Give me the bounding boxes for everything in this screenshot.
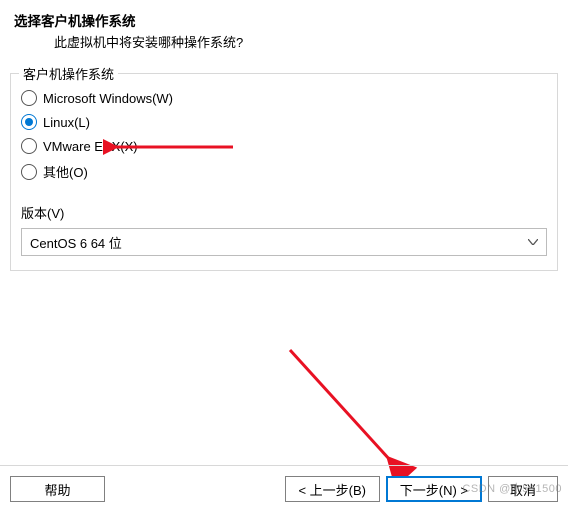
next-button[interactable]: 下一步(N) > <box>386 476 482 502</box>
chevron-down-icon <box>528 239 538 245</box>
cancel-button[interactable]: 取消 <box>488 476 558 502</box>
wizard-button-bar: 帮助 < 上一步(B) 下一步(N) > 取消 <box>0 465 568 502</box>
radio-label: Linux(L) <box>43 115 90 130</box>
button-label: 下一步(N) > <box>400 480 468 499</box>
radio-linux[interactable]: Linux(L) <box>21 114 547 130</box>
version-section: 版本(V) CentOS 6 64 位 <box>21 203 547 256</box>
annotation-arrow-next <box>270 340 430 480</box>
radio-vmware-esx[interactable]: VMware ESX(X) <box>21 138 547 154</box>
radio-other[interactable]: 其他(O) <box>21 162 547 181</box>
guest-os-radio-group: Microsoft Windows(W) Linux(L) VMware ESX… <box>21 90 547 181</box>
radio-icon <box>21 90 37 106</box>
back-button[interactable]: < 上一步(B) <box>285 476 380 502</box>
guest-os-fieldset: 客户机操作系统 Microsoft Windows(W) Linux(L) VM… <box>10 73 558 271</box>
page-title: 选择客户机操作系统 <box>14 10 554 30</box>
button-spacer <box>111 476 279 502</box>
version-label: 版本(V) <box>21 203 547 222</box>
radio-dot-icon <box>25 118 33 126</box>
guest-os-legend: 客户机操作系统 <box>19 64 118 83</box>
radio-label: VMware ESX(X) <box>43 139 138 154</box>
radio-windows[interactable]: Microsoft Windows(W) <box>21 90 547 106</box>
version-select[interactable]: CentOS 6 64 位 <box>21 228 547 256</box>
radio-label: 其他(O) <box>43 162 88 181</box>
button-label: 帮助 <box>44 480 70 499</box>
version-selected-value: CentOS 6 64 位 <box>30 233 122 252</box>
button-label: < 上一步(B) <box>298 480 366 499</box>
button-label: 取消 <box>510 480 536 499</box>
help-button[interactable]: 帮助 <box>10 476 105 502</box>
wizard-header: 选择客户机操作系统 此虚拟机中将安装哪种操作系统? <box>0 0 568 55</box>
radio-icon <box>21 114 37 130</box>
radio-icon <box>21 164 37 180</box>
radio-icon <box>21 138 37 154</box>
page-subtitle: 此虚拟机中将安装哪种操作系统? <box>14 32 554 51</box>
radio-label: Microsoft Windows(W) <box>43 91 173 106</box>
